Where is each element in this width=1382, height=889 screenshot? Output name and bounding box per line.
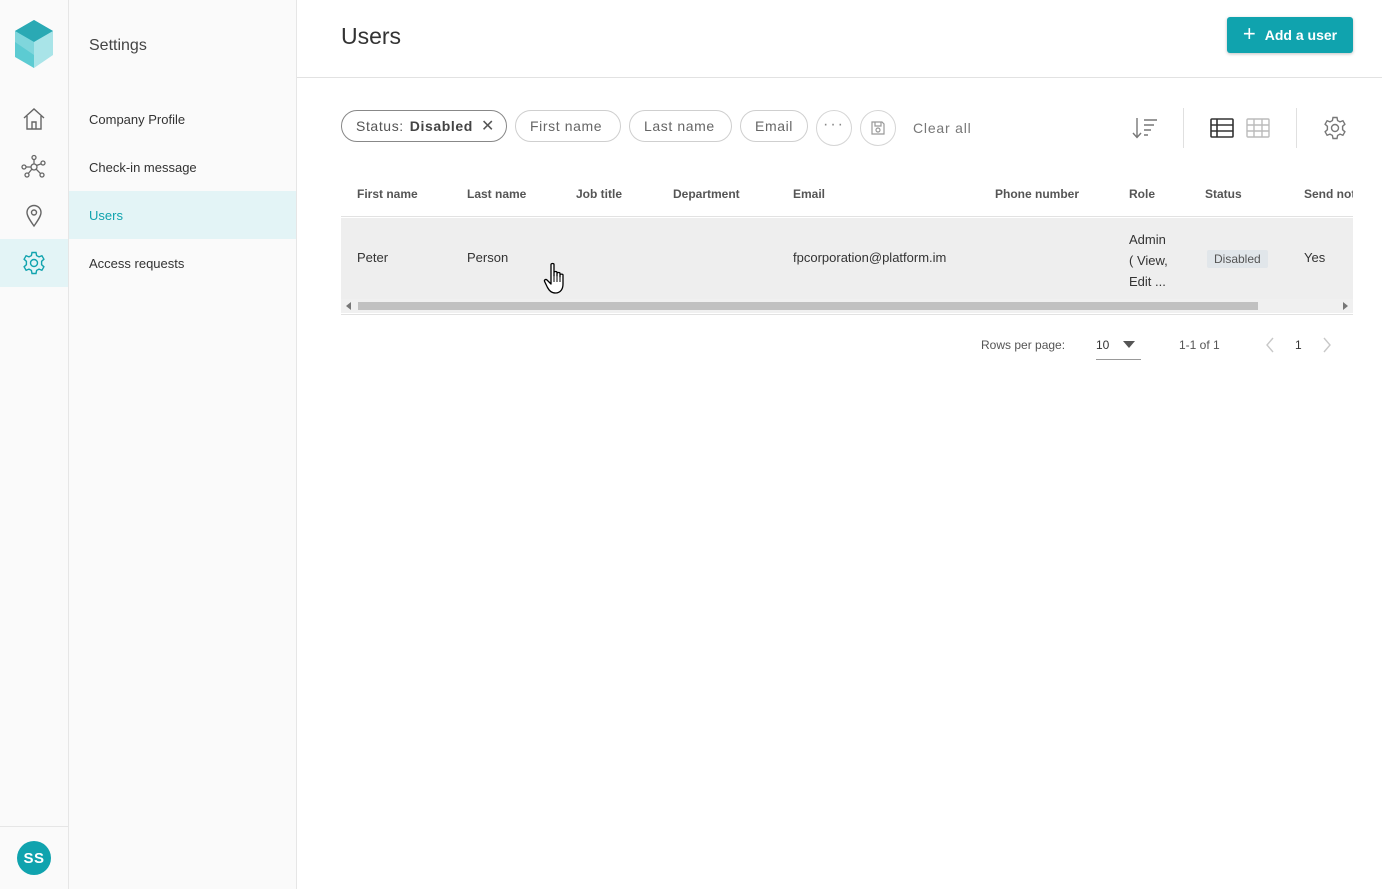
horizontal-scrollbar[interactable] <box>341 299 1353 313</box>
app-logo[interactable] <box>15 20 53 68</box>
page-title: Users <box>341 23 402 49</box>
page-header: Users + Add a user <box>297 0 1382 78</box>
remove-filter-icon[interactable]: ✕ <box>481 116 495 136</box>
scrollbar-thumb[interactable] <box>358 302 1258 310</box>
table-header: First name Last name Job title Departmen… <box>341 175 1353 217</box>
sort-button[interactable] <box>1128 112 1162 144</box>
main-content: Users + Add a user Status: Disabled ✕ Fi… <box>297 0 1382 889</box>
network-icon <box>21 154 46 178</box>
status-filter-key: Status: <box>356 118 404 134</box>
column-header-department[interactable]: Department <box>673 187 740 201</box>
caret-down-icon <box>1123 341 1135 348</box>
table-settings-button[interactable] <box>1318 112 1352 144</box>
status-badge: Disabled <box>1207 250 1268 268</box>
scroll-left-arrow-icon[interactable] <box>346 302 351 310</box>
column-header-first-name[interactable]: First name <box>357 187 418 201</box>
sidebar-item-company-profile[interactable]: Company Profile <box>69 95 296 143</box>
rows-per-page-value: 10 <box>1096 338 1110 352</box>
cell-email: fpcorporation@platform.im <box>793 250 947 265</box>
cell-last-name: Person <box>467 250 509 265</box>
rail-network[interactable] <box>0 143 68 191</box>
gear-icon <box>23 251 45 275</box>
rows-per-page-label: Rows per page: <box>981 338 1066 352</box>
clear-all-link[interactable]: Clear all <box>913 120 972 136</box>
plus-icon: + <box>1242 20 1256 46</box>
location-pin-icon <box>26 204 42 228</box>
sort-icon <box>1132 118 1157 139</box>
rail-footer: SS <box>0 826 68 889</box>
toolbar-divider <box>1296 108 1297 148</box>
column-header-job-title[interactable]: Job title <box>576 187 622 201</box>
previous-page-button[interactable] <box>1260 335 1280 355</box>
list-view-icon <box>1210 118 1234 138</box>
more-horizontal-icon: ··· <box>823 116 845 133</box>
more-filters-button[interactable]: ··· <box>816 110 852 146</box>
column-header-email[interactable]: Email <box>793 187 825 201</box>
status-filter-value: Disabled <box>409 118 473 134</box>
grid-view-button[interactable] <box>1241 112 1275 144</box>
email-filter-chip[interactable]: Email <box>740 110 808 142</box>
cell-send-notification: Yes <box>1304 250 1326 265</box>
rows-per-page-select[interactable]: 10 <box>1096 331 1141 360</box>
column-header-last-name[interactable]: Last name <box>467 187 526 201</box>
sidebar-title: Settings <box>89 37 147 54</box>
gear-icon <box>1324 116 1346 140</box>
table-row[interactable]: Peter Person fpcorporation@platform.im A… <box>341 218 1353 299</box>
icon-rail: SS <box>0 0 69 889</box>
chevron-left-icon <box>1266 337 1274 353</box>
chevron-right-icon <box>1323 337 1331 353</box>
column-header-status[interactable]: Status <box>1205 187 1242 201</box>
role-line: Edit ... <box>1129 274 1166 289</box>
role-line: Admin <box>1129 232 1166 247</box>
sidebar-item-access-requests[interactable]: Access requests <box>69 239 296 287</box>
next-page-button[interactable] <box>1317 335 1337 355</box>
column-header-phone-number[interactable]: Phone number <box>995 187 1079 201</box>
save-filter-button[interactable] <box>860 110 896 146</box>
settings-sidebar: Settings Company Profile Check-in messag… <box>69 0 297 889</box>
pagination-range: 1-1 of 1 <box>1179 338 1220 352</box>
add-user-label: Add a user <box>1264 27 1338 43</box>
toolbar-divider <box>1183 108 1184 148</box>
sidebar-item-users[interactable]: Users <box>69 191 296 239</box>
status-filter-chip[interactable]: Status: Disabled ✕ <box>341 110 507 142</box>
cell-role: Admin ( View, Edit ... <box>1129 229 1168 292</box>
first-name-filter-chip[interactable]: First name <box>515 110 621 142</box>
column-header-send-notification[interactable]: Send not <box>1304 187 1353 201</box>
last-name-filter-chip[interactable]: Last name <box>629 110 732 142</box>
hand-pointer-cursor-icon <box>543 262 564 294</box>
add-user-button[interactable]: + Add a user <box>1227 17 1353 53</box>
scroll-right-arrow-icon[interactable] <box>1343 302 1348 310</box>
grid-view-icon <box>1246 118 1270 138</box>
role-line: ( View, <box>1129 253 1168 268</box>
column-header-role[interactable]: Role <box>1129 187 1155 201</box>
cell-first-name: Peter <box>357 250 389 265</box>
avatar[interactable]: SS <box>17 841 51 875</box>
users-table: First name Last name Job title Departmen… <box>341 175 1353 315</box>
rail-home[interactable] <box>0 95 68 143</box>
home-icon <box>23 108 45 130</box>
rail-locations[interactable] <box>0 191 68 239</box>
current-page-number[interactable]: 1 <box>1295 338 1302 352</box>
list-view-button[interactable] <box>1205 112 1239 144</box>
sidebar-item-check-in-message[interactable]: Check-in message <box>69 143 296 191</box>
save-icon <box>871 121 885 135</box>
rail-settings[interactable] <box>0 239 68 287</box>
